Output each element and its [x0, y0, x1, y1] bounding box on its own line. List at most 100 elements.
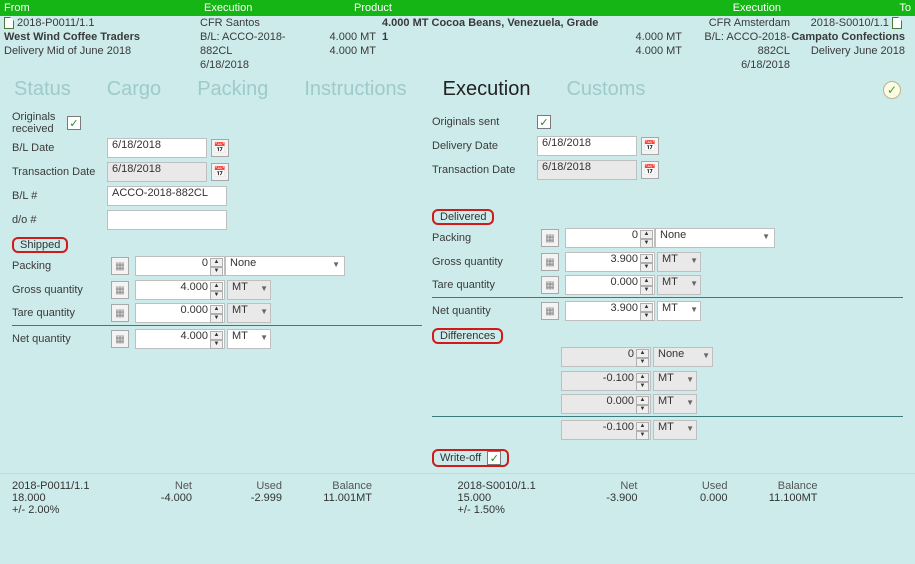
footer-ref-l: 2018-P0011/1.1 — [12, 480, 102, 492]
grid-icon[interactable]: ▦ — [541, 253, 559, 271]
originals-received-checkbox[interactable]: ✓ — [67, 116, 81, 130]
tx-date-label: Transaction Date — [12, 166, 107, 178]
deliv-date-input[interactable]: 6/18/2018 — [537, 136, 637, 156]
gross-unit-select[interactable]: MT▼ — [227, 280, 271, 300]
calendar-icon[interactable]: 📅 — [641, 161, 659, 179]
tab-cargo[interactable]: Cargo — [107, 78, 161, 101]
column-header-strip: From Execution Product Execution To — [0, 0, 915, 16]
footer-net-h-r: Net — [548, 480, 638, 492]
bl-to2: 882CL — [682, 45, 790, 57]
do-label: d/o # — [12, 214, 107, 226]
calendar-icon[interactable]: 📅 — [641, 137, 659, 155]
header-exec-left: Execution — [200, 0, 350, 16]
diff-tare-unit: MT▼ — [653, 394, 697, 414]
tabs-row: Status Cargo Packing Instructions Execut… — [0, 72, 915, 109]
footer-bal-h-r: Balance — [728, 480, 818, 492]
date-to: 6/18/2018 — [682, 59, 790, 71]
tab-status[interactable]: Status — [14, 78, 71, 101]
tab-execution[interactable]: Execution — [443, 78, 531, 101]
grid-icon[interactable]: ▦ — [111, 330, 129, 348]
tare-unit-select[interactable]: MT▼ — [227, 303, 271, 323]
delivered-section-header: Delivered — [432, 209, 494, 225]
spinner-icon: ▲▼ — [636, 422, 649, 438]
net-qty-input-r[interactable]: 3.900▲▼ — [565, 301, 655, 321]
tare-qty-input-r[interactable]: 0.000▲▼ — [565, 275, 655, 295]
tare-qty-input[interactable]: 0.000▲▼ — [135, 303, 225, 323]
bl-date-label: B/L Date — [12, 142, 107, 154]
spinner-icon[interactable]: ▲▼ — [210, 305, 223, 321]
originals-received-label: Originals received — [12, 111, 67, 135]
spinner-icon[interactable]: ▲▼ — [210, 282, 223, 298]
tare-label-r: Tare quantity — [432, 279, 537, 291]
grid-icon[interactable]: ▦ — [541, 276, 559, 294]
date-from: 6/18/2018 — [200, 59, 320, 71]
subhead-row-3: Delivery Mid of June 2018 882CL 4.000 MT… — [0, 44, 915, 58]
header-from: From — [0, 0, 200, 16]
gross-label: Gross quantity — [12, 284, 107, 296]
writeoff-checkbox[interactable]: ✓ — [487, 451, 501, 465]
tab-packing[interactable]: Packing — [197, 78, 268, 101]
qty-to: 4.000 MT — [612, 31, 682, 43]
confirm-check-button[interactable]: ✓ — [883, 81, 901, 99]
grid-icon[interactable]: ▦ — [111, 304, 129, 322]
header-product: Product — [350, 0, 595, 16]
footer-summary: 2018-P0011/1.1 Net Used Balance 18.000 -… — [0, 473, 915, 526]
grid-icon[interactable]: ▦ — [541, 229, 559, 247]
originals-sent-checkbox[interactable]: ✓ — [537, 115, 551, 129]
ref-to: 2018-S0010/1.1 — [811, 17, 889, 29]
footer-bal-h-l: Balance — [282, 480, 372, 492]
bl-to: B/L: ACCO-2018- — [682, 31, 790, 43]
gross-qty-input-r[interactable]: 3.900▲▼ — [565, 252, 655, 272]
spinner-icon[interactable]: ▲▼ — [210, 258, 223, 274]
calendar-icon[interactable]: 📅 — [211, 163, 229, 181]
spinner-icon[interactable]: ▲▼ — [640, 277, 653, 293]
spinner-icon[interactable]: ▲▼ — [210, 331, 223, 347]
terms-to: CFR Amsterdam — [682, 17, 790, 29]
footer-used-v-r: 0.000 — [638, 492, 728, 504]
tx-date-label-r: Transaction Date — [432, 164, 537, 176]
gross-qty-input[interactable]: 4.000▲▼ — [135, 280, 225, 300]
footer-net-v-r: -3.900 — [548, 492, 638, 504]
net-unit-select[interactable]: MT▼ — [227, 329, 271, 349]
packing-unit-select-r[interactable]: None▼ — [655, 228, 775, 248]
packing-unit-select[interactable]: None▼ — [225, 256, 345, 276]
do-input[interactable] — [107, 210, 227, 230]
bl-from: B/L: ACCO-2018- — [200, 31, 320, 43]
packing-qty-input[interactable]: 0▲▼ — [135, 256, 225, 276]
bl-date-input[interactable]: 6/18/2018 — [107, 138, 207, 158]
footer-used-h-r: Used — [638, 480, 728, 492]
tab-instructions[interactable]: Instructions — [304, 78, 406, 101]
grid-icon[interactable]: ▦ — [111, 281, 129, 299]
qty-from2: 4.000 MT — [320, 45, 382, 57]
diff-pack-unit: None▼ — [653, 347, 713, 367]
packing-qty-input-r[interactable]: 0▲▼ — [565, 228, 655, 248]
spinner-icon[interactable]: ▲▼ — [640, 303, 653, 319]
grid-icon[interactable]: ▦ — [111, 257, 129, 275]
product-line: 4.000 MT Cocoa Beans, Venezuela, Grade — [382, 17, 612, 29]
grid-icon[interactable]: ▦ — [541, 302, 559, 320]
gross-unit-select-r[interactable]: MT▼ — [657, 252, 701, 272]
subhead-row-4: 6/18/2018 6/18/2018 — [0, 58, 915, 72]
footer-net-v-l: -4.000 — [102, 492, 192, 504]
spinner-icon[interactable]: ▲▼ — [640, 254, 653, 270]
diff-tare-input: 0.000▲▼ — [561, 394, 651, 414]
subhead-row-2: West Wind Coffee Traders B/L: ACCO-2018-… — [0, 30, 915, 44]
header-to: To — [785, 0, 915, 16]
spinner-icon[interactable]: ▲▼ — [640, 230, 653, 246]
tab-customs[interactable]: Customs — [566, 78, 645, 101]
packing-label: Packing — [12, 260, 107, 272]
deliv-to: Delivery June 2018 — [790, 45, 911, 57]
tare-unit-select-r[interactable]: MT▼ — [657, 275, 701, 295]
left-panel: Originals received ✓ B/L Date 6/18/2018 … — [12, 111, 422, 469]
spinner-icon: ▲▼ — [636, 396, 649, 412]
tx-date-input: 6/18/2018 — [107, 162, 207, 182]
calendar-icon[interactable]: 📅 — [211, 139, 229, 157]
writeoff-section-header: Write-off ✓ — [432, 449, 509, 467]
net-unit-select-r[interactable]: MT▼ — [657, 301, 701, 321]
footer-used-v-l: -2.999 — [192, 492, 282, 504]
footer-bal-v-l: 11.001MT — [282, 492, 372, 504]
diff-gross-input: -0.100▲▼ — [561, 371, 651, 391]
net-qty-input[interactable]: 4.000▲▼ — [135, 329, 225, 349]
bl-num-input[interactable]: ACCO-2018-882CL — [107, 186, 227, 206]
spinner-icon: ▲▼ — [636, 373, 649, 389]
